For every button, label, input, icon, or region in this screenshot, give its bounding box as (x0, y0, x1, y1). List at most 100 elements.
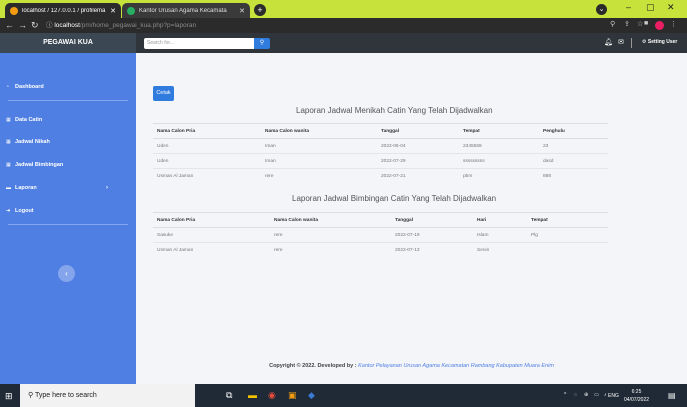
footer-org-link[interactable]: Kantor Pelayanan Urusan Agama Kecamatan … (358, 363, 554, 369)
table-cell: Plg (527, 227, 608, 243)
xampp-icon[interactable]: ▣ (288, 390, 297, 401)
top-navbar: PEGAWAI KUA Search for... ⚲ 🔔︎ ✉ ⚙ Setti… (0, 33, 687, 53)
table-cell: Uden (153, 138, 261, 154)
zoom-icon[interactable]: ⚲ (610, 20, 615, 28)
table-cell: Uden (153, 153, 261, 169)
table-cell: dasd (539, 153, 608, 169)
file-explorer-icon[interactable]: ▬ (248, 390, 257, 400)
sidebar-item-dashboard[interactable]: ◔ Dashboard (0, 81, 136, 93)
tray-globe-icon[interactable]: ⊕ (584, 392, 588, 398)
new-tab-button[interactable]: + (254, 4, 266, 16)
minimize-icon[interactable]: – (626, 2, 631, 12)
search-input[interactable]: Search for... (144, 38, 254, 49)
brand-title[interactable]: PEGAWAI KUA (0, 33, 136, 53)
table-row: Uden Iman 2022-06-04 2345559 23 (153, 138, 608, 154)
table-icon: ▦ (6, 139, 11, 145)
table-icon: ▦ (6, 117, 11, 123)
windows-start-icon[interactable]: ⊞ (5, 391, 13, 402)
back-arrow-icon[interactable]: ← (5, 20, 14, 30)
sidebar-item-data-catin[interactable]: ▦ Data Catin (0, 114, 136, 126)
chevron-down-icon[interactable]: ⌄ (596, 4, 607, 15)
browser-tab-kua[interactable]: Kantor Urusan Agama Kecamata ✕ (122, 3, 250, 18)
table-row: Usman Al Jaman rere 2022-07-13 Senin (153, 242, 608, 258)
chrome-icon[interactable]: ◉ (268, 390, 276, 401)
table-cell: Usman Al Jaman (153, 168, 261, 184)
sidebar-item-label: Laporan (15, 185, 37, 191)
sidebar-item-label: Jadwal Nikah (15, 139, 50, 145)
reload-icon[interactable]: ↻ (31, 20, 39, 31)
taskbar-clock[interactable]: 6:25 04/07/2022 (624, 388, 649, 404)
table-cell (527, 242, 608, 258)
column-header: Nama Calon Pria (153, 212, 270, 228)
table-cell: 2022-07-19 (391, 227, 473, 243)
sidebar-item-laporan[interactable]: ▬ Laporan › (0, 182, 136, 194)
search-icon: ⚲ (28, 392, 35, 399)
vscode-icon[interactable]: ◆ (308, 390, 315, 401)
windows-taskbar: ⊞ ⚲ Type here to search ⧉ ▬ ◉ ▣ ◆ ^ ◌ ⊕ … (0, 384, 687, 407)
envelope-icon[interactable]: ✉ (618, 38, 624, 46)
table-header-row: Nama Calon Pria Nama Calon wanita Tangga… (153, 123, 608, 139)
search-icon: ⚲ (259, 40, 265, 46)
close-icon[interactable]: ✕ (239, 7, 245, 15)
column-header: Tempat (527, 212, 608, 228)
language-indicator[interactable]: ENG (608, 393, 619, 399)
sidebar-item-jadwal-nikah[interactable]: ▦ Jadwal Nikah (0, 136, 136, 148)
profile-avatar[interactable] (655, 21, 664, 30)
table-icon: ▦ (6, 162, 11, 168)
tray-volume-icon[interactable]: ♪ (604, 392, 607, 398)
clock-date: 04/07/2022 (624, 397, 650, 403)
sidebar-item-jadwal-bimbingan[interactable]: ▦ Jadwal Bimbingan (0, 159, 136, 171)
tray-chevron-up-icon[interactable]: ^ (564, 392, 566, 398)
cetak-button[interactable]: Cetak (153, 86, 174, 101)
kua-favicon-icon (127, 6, 135, 15)
sidepanel-icon[interactable]: ■ (644, 20, 648, 27)
bimbingan-report-title: Laporan Jadwal Bimbingan Catin Yang Tela… (292, 194, 497, 203)
address-bar: ← → ↻ ⓘ localhost/pm/home_pegawai_kua.ph… (0, 18, 687, 33)
star-icon[interactable]: ☆ (637, 20, 643, 28)
sidebar-divider (8, 224, 128, 225)
tab-title: localhost / 127.0.0.1 / profilema (22, 7, 106, 14)
table-cell: pbm (459, 168, 539, 184)
table-cell: Islam (473, 227, 527, 243)
divider (631, 38, 632, 48)
setting-user-link[interactable]: ⚙ Setting User (642, 39, 677, 45)
footer-copyright: Copyright © 2022. Developed by : (269, 363, 357, 369)
table-cell: Usman Al Jaman (153, 242, 270, 258)
main-content: Cetak Laporan Jadwal Menikah Catin Yang … (136, 53, 687, 384)
tab-title: Kantor Urusan Agama Kecamata (139, 7, 227, 14)
table-row: Usman Al Jaman rere 2022-07-21 pbm 888 (153, 168, 608, 184)
window-close-icon[interactable]: ✕ (667, 2, 675, 13)
close-icon[interactable]: ✕ (110, 7, 116, 15)
table-cell: 2022-06-04 (377, 138, 459, 154)
chevron-right-icon: › (106, 185, 108, 191)
maximize-icon[interactable]: ▢ (646, 2, 655, 13)
sidebar-toggle-button[interactable]: ‹ (58, 265, 75, 282)
setting-user-label: Setting User (647, 39, 678, 45)
table-cell: 2022-07-29 (377, 153, 459, 169)
table-cell: 888 (539, 168, 608, 184)
table-cell: sssssssss (459, 153, 539, 169)
share-icon[interactable]: ⇪ (624, 20, 630, 28)
tray-battery-icon[interactable]: ▭ (594, 392, 599, 398)
table-cell: Iman (261, 138, 377, 154)
column-header: Nama Calon wanita (261, 123, 377, 139)
browser-tab-bar: localhost / 127.0.0.1 / profilema ✕ Kant… (0, 0, 687, 18)
bimbingan-table: Nama Calon Pria Nama Calon wanita Tangga… (153, 212, 608, 258)
task-view-icon[interactable]: ⧉ (226, 390, 232, 401)
tray-network-icon[interactable]: ◌ (574, 392, 577, 398)
bell-icon[interactable]: 🔔︎ (604, 38, 613, 46)
forward-arrow-icon[interactable]: → (18, 20, 27, 30)
url-field[interactable]: ⓘ localhost/pm/home_pegawai_kua.php?p=la… (46, 20, 196, 31)
sidebar-item-logout[interactable]: ⇥ Logout (0, 205, 136, 217)
sidebar-divider (8, 100, 128, 101)
menu-dots-icon[interactable]: ⋮ (670, 20, 677, 28)
sidebar-item-label: Data Catin (15, 117, 43, 123)
notification-icon[interactable]: ▤ (668, 391, 676, 400)
search-button[interactable]: ⚲ (254, 38, 270, 49)
column-header: Tanggal (391, 212, 473, 228)
table-cell: 23 (539, 138, 608, 154)
column-header: Tanggal (377, 123, 459, 139)
browser-tab-phpmyadmin[interactable]: localhost / 127.0.0.1 / profilema ✕ (5, 3, 121, 18)
taskbar-search-input[interactable]: ⚲ Type here to search (20, 384, 195, 407)
chevron-left-icon: ‹ (65, 269, 68, 278)
